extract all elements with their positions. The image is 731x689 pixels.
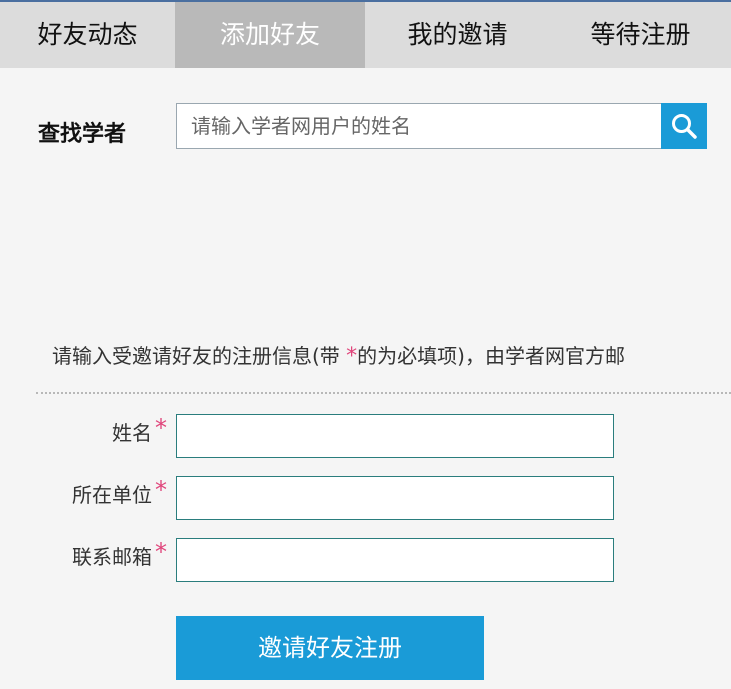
required-asterisk: * <box>155 476 167 504</box>
organization-label-text: 所在单位 <box>72 483 152 507</box>
search-label: 查找学者 <box>38 122 127 147</box>
tab-my-invitations[interactable]: 我的邀请 <box>365 2 550 68</box>
required-asterisk: * <box>155 538 167 566</box>
organization-field[interactable] <box>176 476 614 520</box>
organization-field-label: 所在单位 * <box>72 476 167 508</box>
tab-friend-updates[interactable]: 好友动态 <box>0 2 175 68</box>
name-field[interactable] <box>176 414 614 458</box>
form-instructions: 请输入受邀请好友的注册信息(带 *的为必填项)，由学者网官方邮 <box>52 340 625 369</box>
email-field[interactable] <box>176 538 614 582</box>
email-label-text: 联系邮箱 <box>72 545 152 569</box>
tab-pending-registration[interactable]: 等待注册 <box>550 2 731 68</box>
required-asterisk: * <box>346 344 358 369</box>
required-asterisk: * <box>155 414 167 442</box>
tab-add-friend[interactable]: 添加好友 <box>175 2 365 68</box>
instructions-suffix: 的为必填项)，由学者网官方邮 <box>357 344 625 368</box>
tab-bar: 好友动态 添加好友 我的邀请 等待注册 <box>0 0 731 68</box>
invite-register-button[interactable]: 邀请好友注册 <box>176 616 484 680</box>
search-icon <box>672 114 697 139</box>
email-field-label: 联系邮箱 * <box>72 538 167 570</box>
scholar-search-input[interactable] <box>176 103 662 149</box>
search-button[interactable] <box>661 103 707 149</box>
instructions-prefix: 请输入受邀请好友的注册信息(带 <box>52 344 347 368</box>
dotted-divider <box>36 392 731 394</box>
name-label-text: 姓名 <box>112 421 152 445</box>
name-field-label: 姓名 * <box>112 414 167 446</box>
